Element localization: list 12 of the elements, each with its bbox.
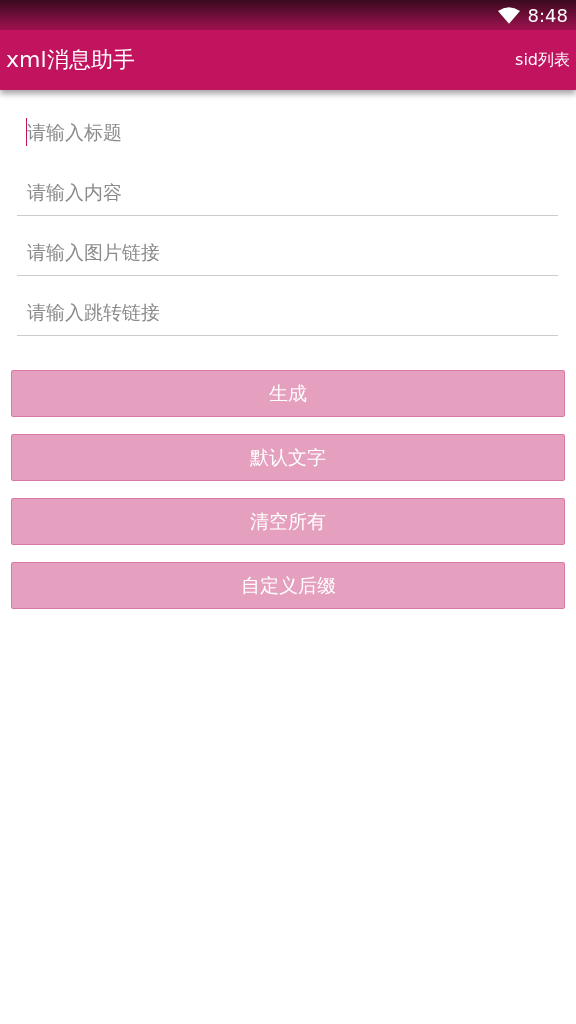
- wifi-icon: [497, 6, 520, 24]
- action-button[interactable]: 生成: [11, 370, 565, 417]
- action-button[interactable]: 自定义后缀: [11, 562, 565, 609]
- action-button[interactable]: 清空所有: [11, 498, 565, 545]
- input-field[interactable]: 请输入标题: [17, 108, 558, 156]
- sid-list-button[interactable]: sid列表: [515, 49, 570, 71]
- input-field[interactable]: 请输入图片链接: [17, 228, 558, 276]
- action-button[interactable]: 默认文字: [11, 434, 565, 481]
- input-field[interactable]: 请输入内容: [17, 168, 558, 216]
- app-title: xml消息助手: [6, 46, 135, 74]
- input-field[interactable]: 请输入跳转链接: [17, 288, 558, 336]
- status-time: 8:48: [527, 4, 568, 26]
